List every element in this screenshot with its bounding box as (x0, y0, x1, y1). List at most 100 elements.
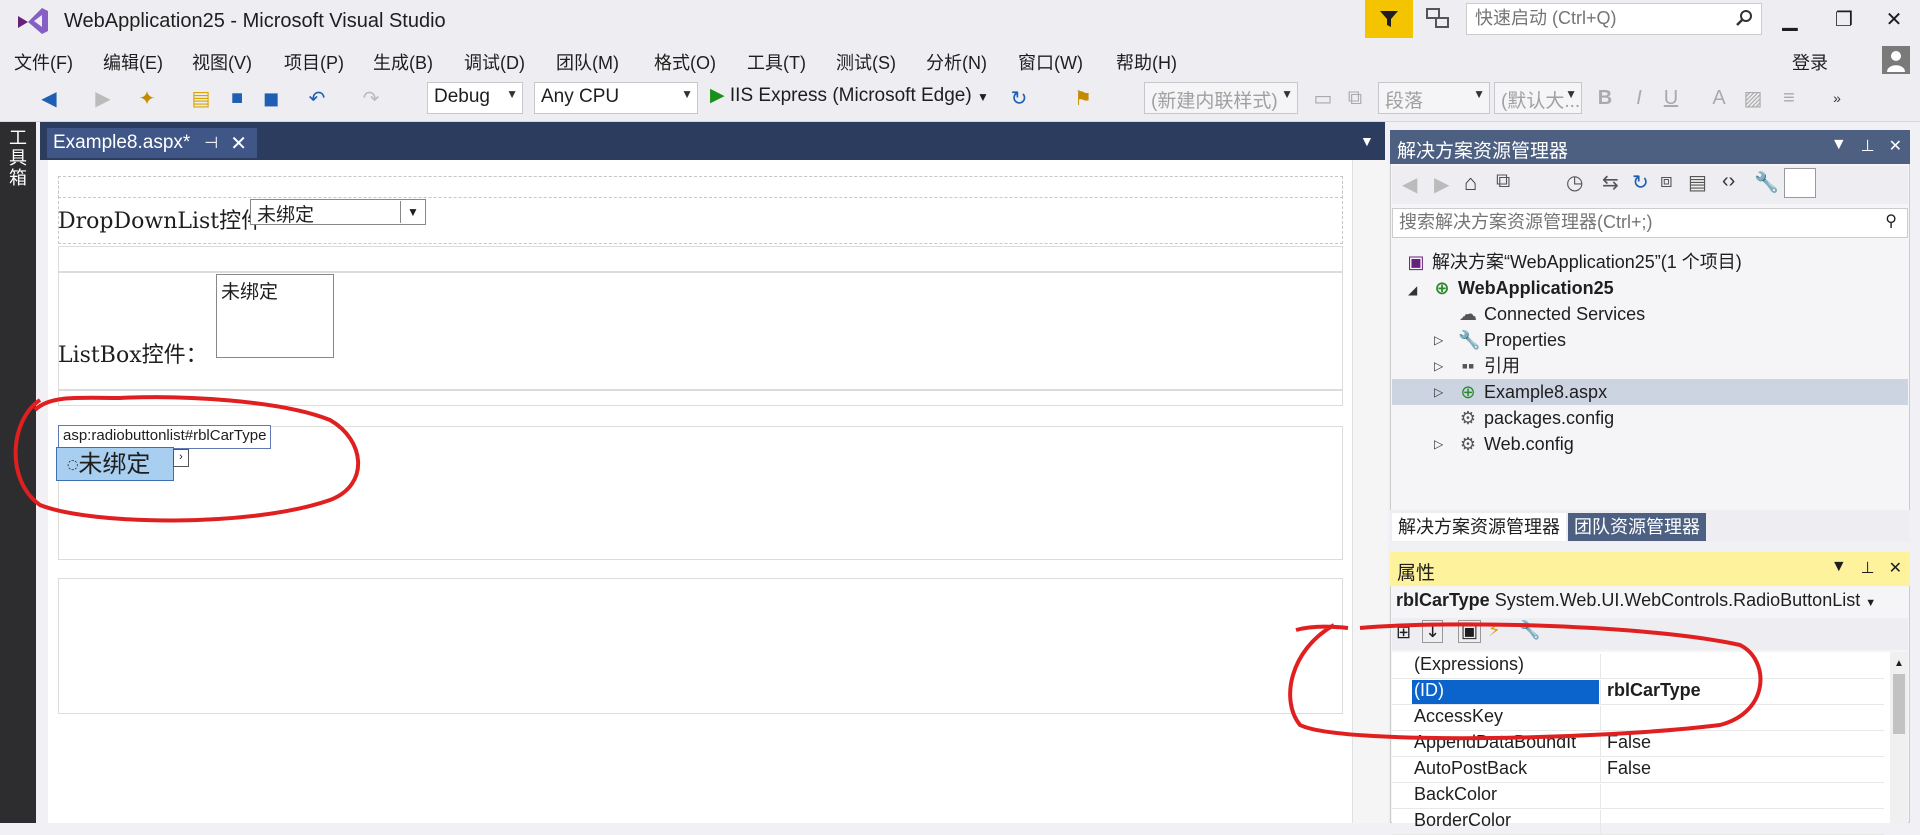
sync-icon[interactable]: ⇆ (1602, 170, 1619, 195)
property-pages-icon[interactable]: 🔧 (1518, 620, 1540, 641)
italic-button[interactable]: I (1626, 84, 1652, 112)
window-menu-icon[interactable]: ▼ (1831, 558, 1847, 578)
menu-build[interactable]: 生成(B) (373, 49, 433, 75)
menu-test[interactable]: 测试(S) (836, 49, 896, 75)
property-row[interactable]: AppendDataBoundIt False (1392, 730, 1884, 757)
pin-icon[interactable]: ⊥ (1861, 136, 1875, 156)
new-project-icon[interactable]: ✦ (134, 84, 160, 112)
menu-project[interactable]: 项目(P) (284, 49, 344, 75)
font-color-icon[interactable]: A (1706, 84, 1732, 112)
alphabetical-icon[interactable]: ↧ (1422, 620, 1444, 643)
menu-window[interactable]: 窗口(W) (1018, 49, 1083, 75)
properties-icon[interactable]: 🔧 (1754, 170, 1779, 195)
tree-item-connected-services[interactable]: ☁ Connected Services (1458, 301, 1645, 327)
quick-launch-input[interactable] (1467, 4, 1733, 32)
property-value[interactable] (1600, 706, 1607, 730)
live-share-icon[interactable] (1424, 6, 1452, 32)
toolbox-tab[interactable]: 工具箱 (6, 128, 30, 188)
refresh-icon[interactable]: ↻ (1006, 84, 1032, 112)
tree-item-packages-config[interactable]: ⚙ packages.config (1458, 405, 1614, 431)
navigate-back-icon[interactable]: ◀ (36, 84, 62, 112)
solution-search-box[interactable]: ⚲ (1392, 208, 1908, 238)
property-row[interactable]: (Expressions) (1392, 652, 1884, 679)
scroll-up-icon[interactable]: ▲ (1894, 658, 1904, 669)
search-icon[interactable]: ⚲ (1885, 211, 1897, 231)
solution-search-input[interactable] (1393, 209, 1865, 235)
pin-icon[interactable]: ⊥ (1861, 558, 1875, 578)
home-icon[interactable]: ⌂ (1464, 170, 1477, 196)
save-all-icon[interactable]: ◼ (258, 84, 284, 112)
tab-team-explorer[interactable]: 团队资源管理器 (1568, 513, 1706, 541)
menu-file[interactable]: 文件(F) (14, 49, 73, 75)
bold-button[interactable]: B (1592, 84, 1618, 112)
search-icon[interactable] (1735, 9, 1753, 27)
menu-view[interactable]: 视图(V) (192, 49, 252, 75)
tree-item-references[interactable]: ▪▪ 引用 (1458, 353, 1520, 379)
menu-edit[interactable]: 编辑(E) (103, 49, 163, 75)
menu-analyze[interactable]: 分析(N) (926, 49, 987, 75)
tab-solution-explorer[interactable]: 解决方案资源管理器 (1392, 513, 1566, 541)
property-value[interactable]: rblCarType (1600, 680, 1701, 704)
back-icon[interactable]: ◀ (1402, 172, 1417, 197)
solution-configuration-dropdown[interactable]: Debug ▼ (427, 82, 523, 114)
block-format-dropdown[interactable]: 段落 ▼ (1378, 82, 1490, 114)
property-row[interactable]: BorderColor (1392, 808, 1884, 835)
window-menu-icon[interactable]: ▼ (1831, 136, 1847, 156)
close-panel-icon[interactable]: ✕ (1889, 558, 1902, 578)
navigate-forward-icon[interactable]: ▶ (90, 84, 116, 112)
start-debugging-button[interactable]: ▶ IIS Express (Microsoft Edge) ▼ (710, 84, 989, 107)
close-panel-icon[interactable]: ✕ (1889, 136, 1902, 156)
tree-item-solution[interactable]: ▣ 解决方案“WebApplication25”(1 个项目) (1406, 249, 1741, 275)
apply-style-icon[interactable]: ▭ (1310, 84, 1336, 112)
feedback-filter-icon[interactable] (1365, 0, 1413, 38)
property-value[interactable]: False (1600, 732, 1651, 756)
open-file-icon[interactable]: ▤ (188, 84, 214, 112)
categorized-icon[interactable]: ⊞ (1396, 622, 1411, 643)
browser-link-icon[interactable]: ⚑ (1070, 84, 1096, 112)
tree-item-example8[interactable]: ⊕ Example8.aspx (1392, 379, 1908, 405)
menu-format[interactable]: 格式(O) (654, 49, 716, 75)
listbox-control[interactable]: 未绑定 (216, 274, 334, 358)
user-avatar-icon[interactable] (1882, 46, 1910, 74)
close-window-button[interactable]: ✕ (1876, 4, 1912, 34)
property-row[interactable]: (ID) rblCarType (1392, 678, 1884, 705)
switch-views-icon[interactable]: ⧉ (1496, 170, 1510, 193)
properties-scrollbar[interactable]: ▲ (1890, 652, 1908, 823)
pin-icon[interactable]: ⊣ (204, 133, 218, 153)
properties-view-icon[interactable]: ▣ (1458, 620, 1482, 643)
expand-arrow-icon[interactable]: ▷ (1434, 385, 1443, 399)
expand-arrow-icon[interactable]: ▷ (1434, 359, 1443, 373)
property-row[interactable]: AutoPostBack False (1392, 756, 1884, 783)
sign-in-link[interactable]: 登录 (1792, 49, 1828, 75)
document-list-dropdown-icon[interactable]: ▼ (1360, 133, 1374, 149)
menu-tools[interactable]: 工具(T) (747, 49, 806, 75)
menu-team[interactable]: 团队(M) (556, 49, 619, 75)
style-manager-icon[interactable]: ⧉ (1342, 84, 1368, 112)
toolbar-overflow-icon[interactable]: » (1824, 84, 1850, 112)
highlight-icon[interactable]: ▨ (1740, 84, 1766, 112)
expand-arrow-icon[interactable]: ▷ (1434, 333, 1443, 347)
preview-selected-icon[interactable] (1784, 168, 1816, 198)
property-row[interactable]: BackColor (1392, 782, 1884, 809)
events-icon[interactable]: ⚡ (1488, 620, 1501, 641)
smart-tag-icon[interactable]: › (173, 449, 189, 467)
tree-item-web-config[interactable]: ⚙ Web.config (1458, 431, 1574, 457)
menu-debug[interactable]: 调试(D) (464, 49, 525, 75)
show-all-files-icon[interactable]: ▤ (1688, 170, 1707, 195)
menu-help[interactable]: 帮助(H) (1116, 49, 1177, 75)
view-code-icon[interactable]: ‹› (1722, 170, 1735, 193)
style-dropdown[interactable]: (新建内联样式) ▼ (1144, 82, 1298, 114)
restore-button[interactable]: ❐ (1826, 4, 1862, 34)
tree-item-properties[interactable]: 🔧 Properties (1458, 327, 1566, 353)
refresh-icon[interactable]: ↻ (1632, 170, 1649, 195)
solution-platform-dropdown[interactable]: Any CPU ▼ (534, 82, 698, 114)
property-value[interactable] (1600, 784, 1607, 808)
close-tab-icon[interactable]: ✕ (230, 131, 247, 156)
align-icon[interactable]: ≡ (1776, 84, 1802, 112)
collapse-arrow-icon[interactable]: ◢ (1408, 283, 1417, 297)
property-value[interactable] (1600, 810, 1607, 834)
minimize-button[interactable]: ▁ (1772, 4, 1808, 34)
undo-icon[interactable]: ↶ (304, 84, 330, 112)
quick-launch-box[interactable] (1466, 3, 1762, 35)
property-value[interactable] (1600, 654, 1607, 678)
